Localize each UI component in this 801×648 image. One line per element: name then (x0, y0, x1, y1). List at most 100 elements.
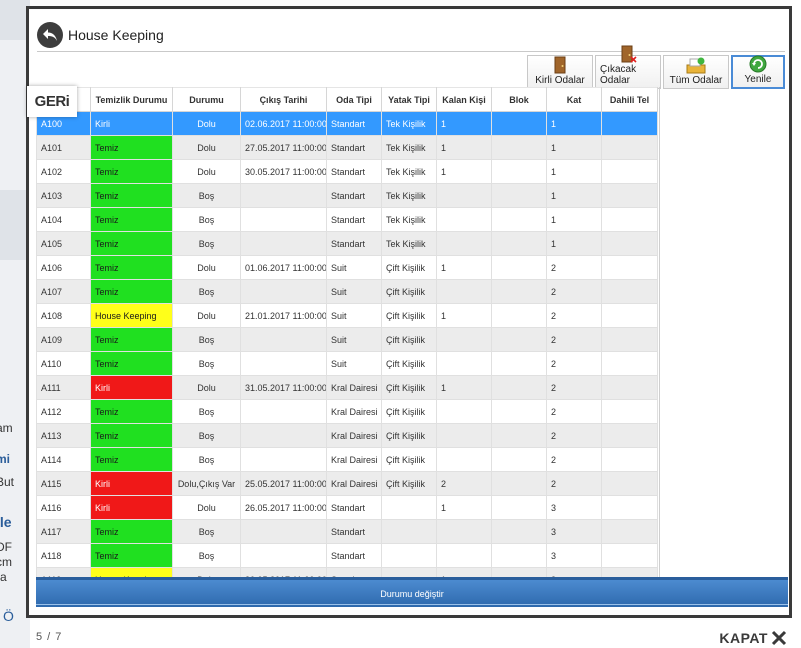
cell-checkout-date (240, 183, 327, 208)
cell-status: Boş (172, 423, 241, 448)
cell-floor: 3 (546, 495, 602, 520)
cell-internal-phone (601, 495, 658, 520)
column-header-checkout-date[interactable]: Çıkış Tarihi (240, 87, 327, 112)
column-header-block[interactable]: Blok (491, 87, 547, 112)
cell-status: Boş (172, 183, 241, 208)
cell-bed-type: Tek Kişilik (381, 111, 437, 136)
column-header-internal-phone[interactable]: Dahili Tel (601, 87, 658, 112)
header-divider (37, 51, 785, 52)
cell-checkout-date (240, 543, 327, 568)
cell-block (491, 279, 547, 304)
change-status-button[interactable]: Durumu değiştir (36, 577, 788, 607)
cell-remaining-guests: 1 (436, 159, 492, 184)
cell-status: Dolu (172, 495, 241, 520)
cell-room: A116 (36, 495, 91, 520)
cell-block (491, 447, 547, 472)
cell-room-type: Kral Dairesi (326, 471, 382, 496)
cell-floor: 1 (546, 159, 602, 184)
back-arrow-icon (43, 29, 57, 41)
cell-bed-type (381, 543, 437, 568)
cell-cleaning-status: Temiz (90, 255, 173, 280)
cell-room-type: Suit (326, 255, 382, 280)
cell-remaining-guests: 1 (436, 495, 492, 520)
checkout-rooms-button[interactable]: Çıkacak Odalar (595, 45, 661, 89)
all-rooms-button[interactable]: Tüm Odalar (663, 55, 729, 89)
cell-internal-phone (601, 351, 658, 376)
column-header-room-type[interactable]: Oda Tipi (326, 87, 382, 112)
column-header-floor[interactable]: Kat (546, 87, 602, 112)
cell-status: Boş (172, 207, 241, 232)
cell-checkout-date: 01.06.2017 11:00:00 (240, 255, 327, 280)
table-row[interactable]: A116 Kirli Dolu 26.05.2017 11:00:00 Standart… (36, 495, 658, 520)
background-text: DF (0, 540, 12, 554)
table-row[interactable]: A117 Temiz Boş Standart 3 (36, 519, 658, 544)
table-row[interactable]: A110 Temiz Boş Suit Çift Kişilik 2 (36, 351, 658, 376)
table-row[interactable]: A106 Temiz Dolu 01.06.2017 11:00:00 Suit Çift… (36, 255, 658, 280)
cell-checkout-date: 26.05.2017 11:00:00 (240, 495, 327, 520)
cell-internal-phone (601, 231, 658, 256)
table-row[interactable]: A114 Temiz Boş Kral Dairesi Çift Kişilik 2 (36, 447, 658, 472)
page-counter: 5 / 7 (36, 631, 63, 643)
cell-internal-phone (601, 375, 658, 400)
cell-room: A111 (36, 375, 91, 400)
cell-bed-type: Çift Kişilik (381, 471, 437, 496)
table-row[interactable]: A113 Temiz Boş Kral Dairesi Çift Kişilik 2 (36, 423, 658, 448)
table-row[interactable]: A105 Temiz Boş Standart Tek Kişilik 1 (36, 231, 658, 256)
table-row[interactable]: A115 Kirli Dolu,Çıkış Var 25.05.2017 11:00:… (36, 471, 658, 496)
table-row[interactable]: A103 Temiz Boş Standart Tek Kişilik 1 (36, 183, 658, 208)
cell-floor: 2 (546, 303, 602, 328)
cell-room-type: Standart (326, 159, 382, 184)
cell-remaining-guests: 1 (436, 135, 492, 160)
table-row[interactable]: A109 Temiz Boş Suit Çift Kişilik 2 (36, 327, 658, 352)
refresh-button[interactable]: Yenile (731, 55, 785, 89)
cell-remaining-guests (436, 543, 492, 568)
close-button[interactable]: KAPAT (719, 630, 787, 646)
cell-checkout-date: 30.05.2017 11:00:00 (240, 159, 327, 184)
column-header-bed-type[interactable]: Yatak Tipi (381, 87, 437, 112)
cell-floor: 2 (546, 255, 602, 280)
cell-cleaning-status: Temiz (90, 423, 173, 448)
all-rooms-label: Tüm Odalar (669, 75, 723, 86)
table-row[interactable]: A118 Temiz Boş Standart 3 (36, 543, 658, 568)
cell-status: Boş (172, 447, 241, 472)
cell-cleaning-status: Temiz (90, 279, 173, 304)
table-row[interactable]: A108 House Keeping Dolu 21.01.2017 11:00:00… (36, 303, 658, 328)
column-header-cleaning-status[interactable]: Temizlik Durumu (90, 87, 173, 112)
cell-room: A101 (36, 135, 91, 160)
cell-room-type: Standart (326, 543, 382, 568)
cell-bed-type (381, 519, 437, 544)
checkout-rooms-label: Çıkacak Odalar (600, 64, 637, 86)
table-row[interactable]: A104 Temiz Boş Standart Tek Kişilik 1 (36, 207, 658, 232)
table-row[interactable]: A102 Temiz Dolu 30.05.2017 11:00:00 Standart… (36, 159, 658, 184)
back-button[interactable] (37, 22, 63, 48)
geri-tab[interactable]: GERi (27, 86, 77, 117)
table-row[interactable]: A107 Temiz Boş Suit Çift Kişilik 2 (36, 279, 658, 304)
rooms-table: Temizlik Durumu Durumu Çıkış Tarihi Oda … (36, 87, 658, 579)
table-row[interactable]: A100 Kirli Dolu 02.06.2017 11:00:00 Standart… (36, 111, 658, 136)
cell-floor: 3 (546, 543, 602, 568)
cell-room: A109 (36, 327, 91, 352)
rooms-table-container[interactable]: Temizlik Durumu Durumu Çıkış Tarihi Oda … (36, 87, 660, 579)
cell-checkout-date (240, 207, 327, 232)
table-row[interactable]: A112 Temiz Boş Kral Dairesi Çift Kişilik 2 (36, 399, 658, 424)
cell-remaining-guests (436, 399, 492, 424)
cell-status: Dolu (172, 255, 241, 280)
column-header-status[interactable]: Durumu (172, 87, 241, 112)
cell-bed-type: Çift Kişilik (381, 399, 437, 424)
cell-room-type: Suit (326, 327, 382, 352)
cell-room-type: Suit (326, 351, 382, 376)
cell-checkout-date: 25.05.2017 11:00:00 (240, 471, 327, 496)
table-row[interactable]: A101 Temiz Dolu 27.05.2017 11:00:00 Standart… (36, 135, 658, 160)
background-text: cm (0, 555, 12, 569)
cell-bed-type: Çift Kişilik (381, 279, 437, 304)
cell-cleaning-status: Kirli (90, 495, 173, 520)
cell-internal-phone (601, 183, 658, 208)
cell-remaining-guests (436, 351, 492, 376)
cell-remaining-guests: 1 (436, 303, 492, 328)
dirty-rooms-button[interactable]: Kirli Odalar (527, 55, 593, 89)
cell-floor: 2 (546, 423, 602, 448)
table-row[interactable]: A111 Kirli Dolu 31.05.2017 11:00:00 Kral Dai… (36, 375, 658, 400)
cell-internal-phone (601, 423, 658, 448)
cell-room-type: Standart (326, 111, 382, 136)
column-header-remaining-guests[interactable]: Kalan Kişi (436, 87, 492, 112)
